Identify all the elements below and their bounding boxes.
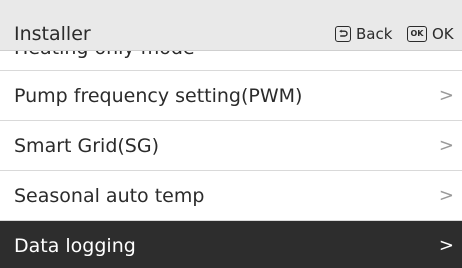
ok-icon: OK xyxy=(407,26,427,42)
back-button[interactable]: Back xyxy=(335,24,392,44)
ok-button[interactable]: OK OK xyxy=(407,24,454,44)
menu-item-data-logging[interactable]: Data logging > xyxy=(0,221,462,268)
chevron-right-icon: > xyxy=(438,135,454,156)
installer-screen: Heating only mode <Not use> Pump frequen… xyxy=(0,0,462,268)
header-bar: Installer Back OK OK xyxy=(0,0,462,51)
ok-button-label: OK xyxy=(432,25,454,43)
chevron-right-icon: > xyxy=(438,185,454,206)
menu-item-smart-grid[interactable]: Smart Grid(SG) > xyxy=(0,121,462,171)
menu-item-pump-frequency-setting[interactable]: Pump frequency setting(PWM) > xyxy=(0,71,462,121)
menu-item-label: Seasonal auto temp xyxy=(14,185,205,207)
menu-item-label: Data logging xyxy=(14,235,136,257)
chevron-right-icon: > xyxy=(438,85,454,106)
back-icon xyxy=(335,26,351,42)
menu-item-seasonal-auto-temp[interactable]: Seasonal auto temp > xyxy=(0,171,462,221)
installer-menu-list: Heating only mode <Not use> Pump frequen… xyxy=(0,37,462,268)
menu-item-label: Smart Grid(SG) xyxy=(14,135,159,157)
chevron-right-icon: > xyxy=(438,235,454,256)
back-button-label: Back xyxy=(356,25,393,43)
page-title: Installer xyxy=(14,23,91,45)
menu-item-label: Pump frequency setting(PWM) xyxy=(14,85,303,107)
